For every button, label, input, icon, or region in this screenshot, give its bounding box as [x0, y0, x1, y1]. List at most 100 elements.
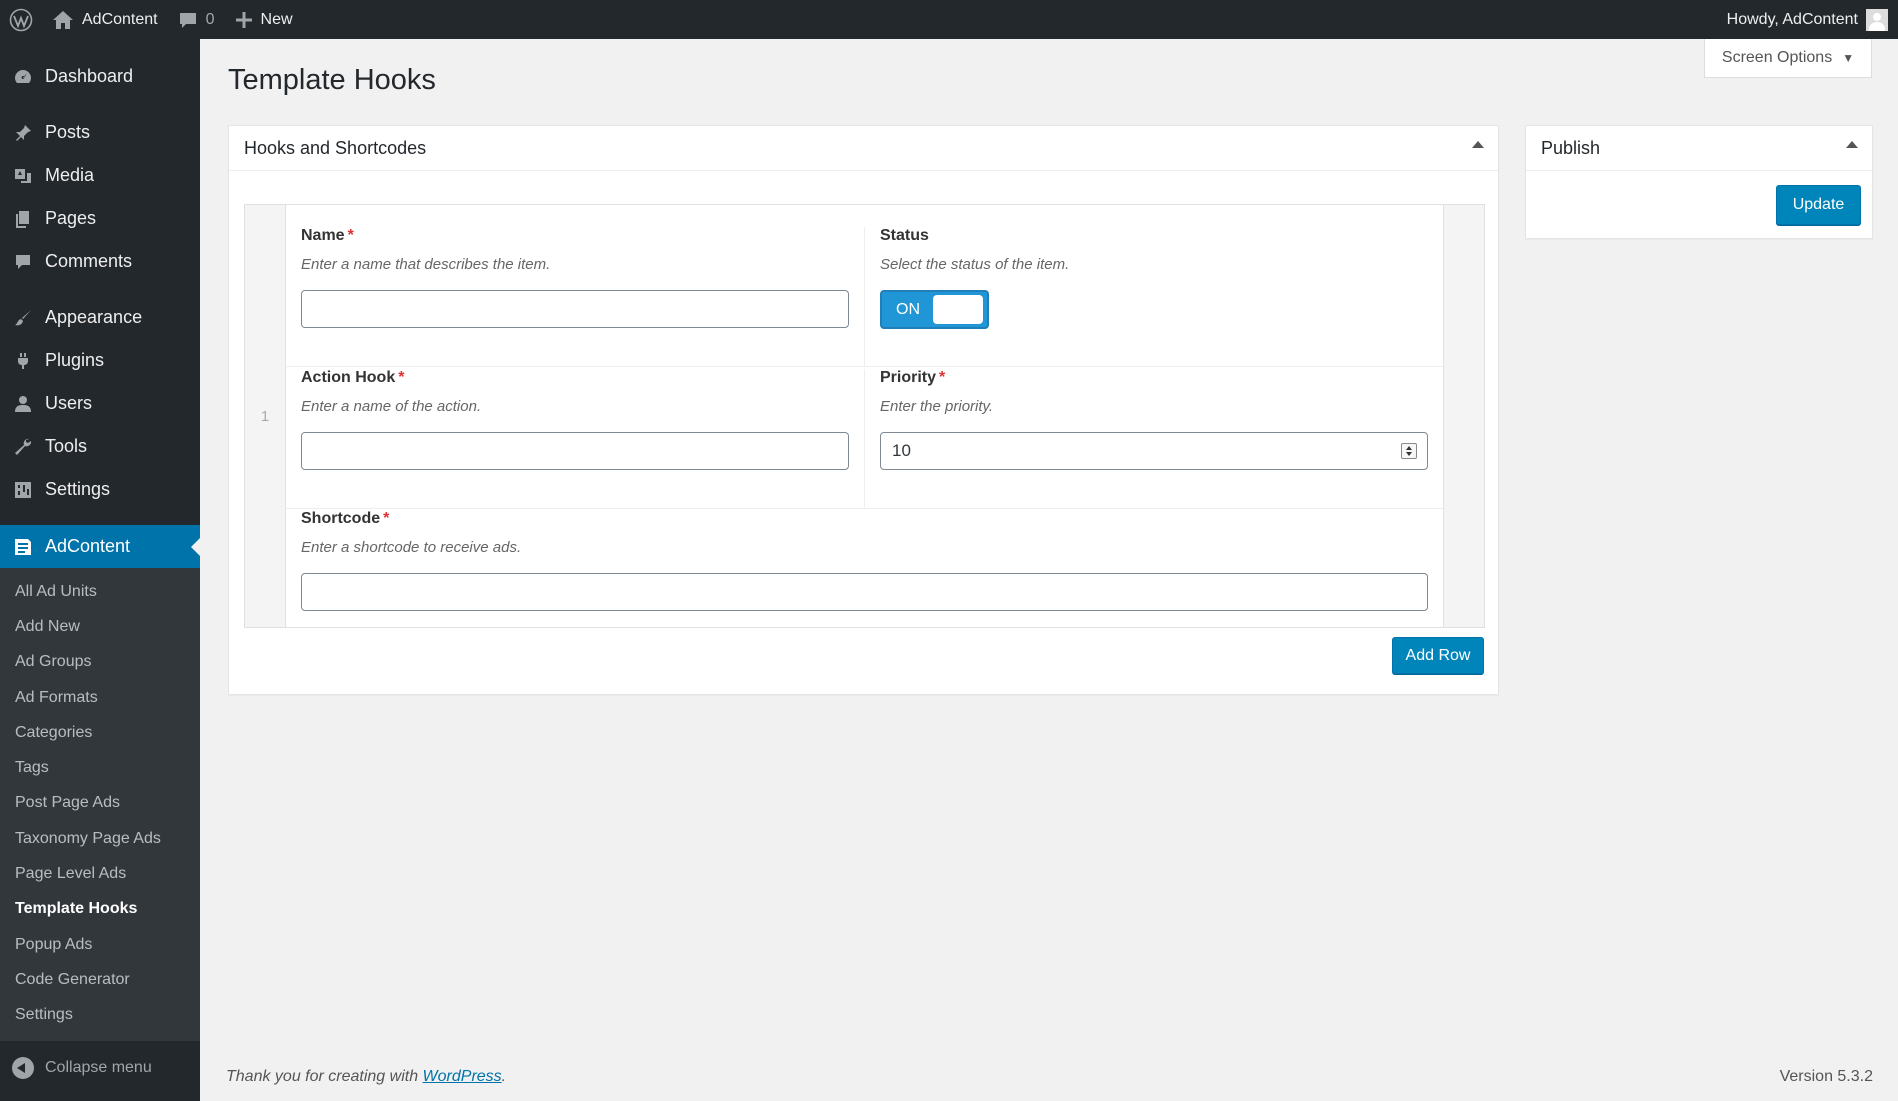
- submenu-item-all-ad-units[interactable]: All Ad Units: [0, 574, 200, 609]
- shortcode-description: Enter a shortcode to receive ads.: [301, 539, 522, 556]
- publish-box-header[interactable]: Publish: [1526, 126, 1872, 171]
- brush-icon: [12, 307, 34, 329]
- screen-options-label: Screen Options: [1721, 49, 1833, 66]
- name-label: Name *: [301, 227, 354, 244]
- hooks-box-title: Hooks and Shortcodes: [244, 137, 427, 158]
- sidebar-item-label: Media: [45, 165, 95, 185]
- collapse-menu-label: Collapse menu: [45, 1058, 152, 1076]
- sidebar-item-dashboard[interactable]: Dashboard: [0, 55, 200, 98]
- avatar: [1866, 8, 1888, 31]
- wordpress-link[interactable]: WordPress: [423, 1068, 502, 1085]
- sidebar-item-label: Tools: [45, 436, 88, 456]
- sidebar-item-settings[interactable]: Settings: [0, 468, 200, 511]
- submenu-item-taxonomy-page-ads[interactable]: Taxonomy Page Ads: [0, 821, 200, 856]
- priority-label: Priority *: [880, 369, 946, 386]
- collapse-menu-button[interactable]: Collapse menu: [0, 1044, 200, 1091]
- sidebar-item-pages[interactable]: Pages: [0, 197, 200, 240]
- submenu-item-template-hooks[interactable]: Template Hooks: [0, 892, 200, 927]
- site-name: AdContent: [82, 10, 158, 28]
- name-input[interactable]: [301, 290, 849, 328]
- submenu-item-code-generator[interactable]: Code Generator: [0, 962, 200, 997]
- site-name-link[interactable]: AdContent: [42, 0, 168, 39]
- name-description: Enter a name that describes the item.: [301, 256, 551, 273]
- collapse-toggle-icon[interactable]: [1472, 141, 1484, 148]
- sidebar-item-label: Posts: [45, 122, 91, 142]
- sidebar-item-label: Settings: [45, 479, 111, 499]
- status-toggle[interactable]: ON: [880, 290, 989, 329]
- new-content-link[interactable]: New: [225, 0, 303, 39]
- submenu-item-post-page-ads[interactable]: Post Page Ads: [0, 786, 200, 821]
- submenu-item-page-level-ads[interactable]: Page Level Ads: [0, 856, 200, 891]
- sidebar-item-appearance[interactable]: Appearance: [0, 296, 200, 339]
- name-field-group: Name * Enter a name that describes the it…: [286, 227, 865, 367]
- row-handle[interactable]: 1: [245, 205, 286, 627]
- new-label: New: [260, 10, 293, 28]
- toggle-state-label: ON: [896, 300, 920, 318]
- sidebar-item-tools[interactable]: Tools: [0, 425, 200, 468]
- footer-version: Version 5.3.2: [1779, 1068, 1873, 1085]
- greeting: Howdy, AdContent: [1726, 10, 1858, 28]
- admin-sidebar: Dashboard Posts Media Pages Comments App…: [0, 39, 200, 1101]
- sidebar-item-label: Appearance: [45, 307, 143, 327]
- action-hook-input[interactable]: [301, 432, 849, 470]
- sidebar-item-comments[interactable]: Comments: [0, 240, 200, 283]
- action-hook-field-group: Action Hook * Enter a name of the action.: [286, 369, 865, 509]
- hooks-box-header[interactable]: Hooks and Shortcodes: [229, 126, 1498, 171]
- user-icon: [12, 393, 34, 415]
- submenu-item-ad-groups[interactable]: Ad Groups: [0, 645, 200, 680]
- media-icon: [12, 165, 34, 187]
- row-number: 1: [260, 407, 270, 425]
- row-actions[interactable]: [1443, 205, 1484, 627]
- add-row-button[interactable]: Add Row: [1392, 637, 1484, 674]
- submenu-item-categories[interactable]: Categories: [0, 715, 200, 750]
- plug-icon: [12, 350, 34, 372]
- shortcode-input[interactable]: [301, 573, 1428, 611]
- required-marker: *: [398, 369, 405, 386]
- submenu-item-add-new[interactable]: Add New: [0, 609, 200, 644]
- required-marker: *: [347, 227, 354, 244]
- submenu-item-popup-ads[interactable]: Popup Ads: [0, 927, 200, 962]
- comments-count: 0: [205, 10, 215, 28]
- submenu-item-ad-formats[interactable]: Ad Formats: [0, 680, 200, 715]
- admin-bar: AdContent 0 New Howdy, AdContent: [0, 0, 1898, 39]
- repeater-table: 1 Name * Enter a name that describes the …: [244, 204, 1485, 628]
- shortcode-field-group: Shortcode * Enter a shortcode to receive …: [286, 510, 1443, 627]
- screen-options-button[interactable]: Screen Options ▼: [1704, 39, 1872, 78]
- toggle-knob: [933, 295, 983, 324]
- comments-link[interactable]: 0: [168, 0, 225, 39]
- sidebar-item-adcontent[interactable]: AdContent: [0, 525, 200, 568]
- sidebar-item-label: Users: [45, 393, 93, 413]
- sidebar-item-posts[interactable]: Posts: [0, 111, 200, 154]
- sidebar-item-users[interactable]: Users: [0, 382, 200, 425]
- home-icon: [52, 10, 74, 30]
- priority-field-group: Priority * Enter the priority. 10: [865, 369, 1443, 509]
- adcontent-submenu: All Ad Units Add New Ad Groups Ad Format…: [0, 568, 200, 1041]
- sidebar-item-label: Pages: [45, 208, 97, 228]
- sidebar-item-media[interactable]: Media: [0, 154, 200, 197]
- wrench-icon: [12, 436, 34, 458]
- update-button[interactable]: Update: [1776, 185, 1861, 225]
- publish-box-title: Publish: [1541, 137, 1601, 158]
- collapse-toggle-icon[interactable]: [1846, 141, 1858, 148]
- priority-value: 10: [892, 441, 911, 460]
- comment-icon: [12, 251, 34, 273]
- submenu-item-settings[interactable]: Settings: [0, 998, 200, 1033]
- caret-down-icon: ▼: [1842, 51, 1855, 65]
- submenu-item-tags[interactable]: Tags: [0, 750, 200, 785]
- priority-description: Enter the priority.: [880, 398, 994, 415]
- status-field-group: Status Select the status of the item. ON: [865, 227, 1443, 367]
- sidebar-item-plugins[interactable]: Plugins: [0, 339, 200, 382]
- my-account-link[interactable]: Howdy, AdContent: [1717, 0, 1898, 39]
- plus-icon: [235, 11, 253, 29]
- shortcode-label: Shortcode *: [301, 510, 390, 527]
- footer-thanks: Thank you for creating with WordPress.: [226, 1068, 507, 1085]
- priority-number-input[interactable]: 10: [880, 432, 1428, 470]
- pages-icon: [12, 208, 34, 230]
- dashboard-icon: [12, 66, 34, 88]
- collapse-arrow-icon: [12, 1056, 34, 1079]
- action-hook-description: Enter a name of the action.: [301, 398, 482, 415]
- wordpress-logo-icon[interactable]: [0, 0, 42, 39]
- required-marker: *: [383, 510, 390, 527]
- number-spinner-icon[interactable]: [1401, 443, 1417, 459]
- comment-bubble-icon: [178, 10, 198, 30]
